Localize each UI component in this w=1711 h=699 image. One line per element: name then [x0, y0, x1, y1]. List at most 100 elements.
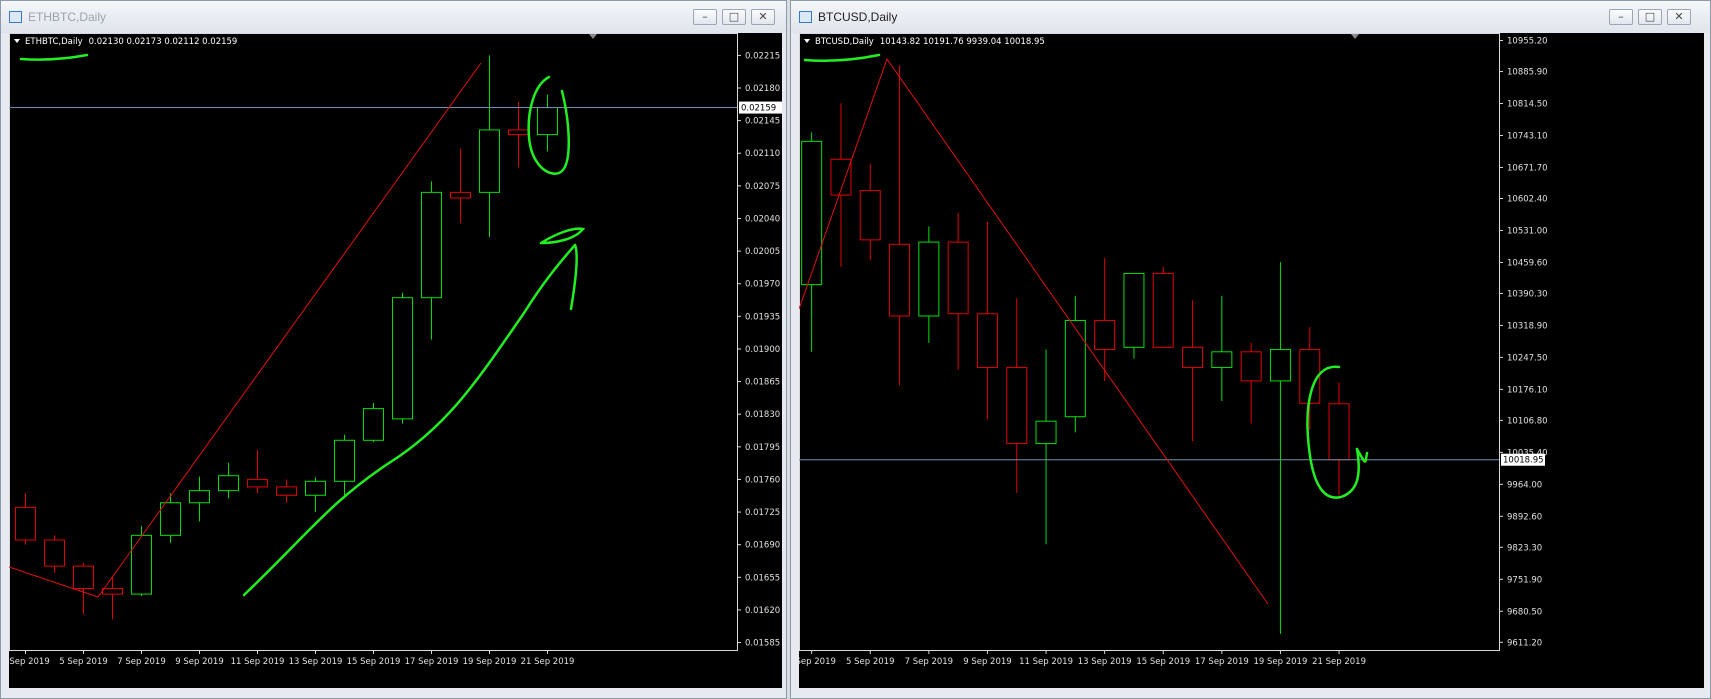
chart-area[interactable]: BTCUSD,Daily 10143.82 10191.76 9939.04 10… [787, 33, 1704, 688]
candle[interactable] [830, 103, 852, 267]
chart-shift-icon[interactable] [589, 34, 597, 39]
candle[interactable] [102, 577, 123, 620]
y-tick-label: 10176.10 [1507, 385, 1548, 395]
candle[interactable] [918, 226, 940, 343]
plot-frame [799, 33, 1500, 651]
candle[interactable] [363, 403, 384, 443]
close-button[interactable]: ✕ [1667, 9, 1691, 25]
candle[interactable] [1006, 298, 1028, 493]
candle-body [276, 486, 297, 496]
close-button[interactable]: ✕ [751, 9, 775, 25]
x-tick-label: 11 Sep 2019 [1019, 657, 1073, 667]
candle-body [421, 191, 442, 299]
candle[interactable] [1269, 262, 1291, 634]
x-tick-label: 17 Sep 2019 [405, 657, 459, 667]
candle-body [801, 140, 823, 286]
candle-body [976, 313, 998, 368]
candle[interactable] [189, 476, 210, 522]
candle-body [218, 475, 239, 492]
candle-body [1152, 272, 1174, 348]
candle[interactable] [1123, 272, 1145, 359]
freehand-annotation[interactable] [569, 243, 578, 311]
candle[interactable] [1035, 349, 1057, 545]
freehand-annotation[interactable] [803, 53, 881, 63]
candle-body [537, 107, 558, 136]
y-tick-label: 0.01655 [745, 573, 780, 583]
y-tick-label: 0.01620 [745, 606, 780, 616]
ethbtc-chart[interactable]: ETHBTC,Daily 0.02130 0.02173 0.02112 0.02… [1, 33, 783, 688]
candle[interactable] [305, 477, 326, 513]
x-tick-label: 9 Sep 2019 [175, 657, 223, 667]
x-tick-label: 15 Sep 2019 [1136, 657, 1190, 667]
candle-body [479, 129, 500, 193]
legend-symbol: ETHBTC,Daily [25, 37, 83, 47]
candle[interactable] [508, 101, 529, 168]
window-titlebar[interactable]: BTCUSD,Daily – □ ✕ [791, 1, 1710, 33]
candle[interactable] [1182, 300, 1204, 442]
chart-area[interactable]: ETHBTC,Daily 0.02130 0.02173 0.02112 0.02… [1, 33, 783, 688]
candle[interactable] [247, 449, 268, 494]
chart-window-icon [799, 11, 812, 23]
candle[interactable] [73, 563, 94, 615]
candle[interactable] [160, 493, 181, 543]
candle[interactable] [947, 212, 969, 370]
minimize-button[interactable]: – [693, 9, 717, 25]
candle-body [1182, 346, 1204, 368]
close-icon: ✕ [1674, 10, 1684, 23]
candle[interactable] [44, 535, 65, 573]
candle[interactable] [889, 65, 911, 386]
legend-dropdown-icon[interactable] [14, 39, 20, 43]
candle[interactable] [421, 181, 442, 340]
candle[interactable] [479, 55, 500, 238]
candle[interactable] [1328, 382, 1350, 496]
chart-window-ethbtc[interactable]: ETHBTC,Daily – □ ✕ ETHBTC,Daily 0.02130 0… [0, 0, 787, 699]
chart-window-btcusd[interactable]: BTCUSD,Daily – □ ✕ BTCUSD,Daily 10143.82 … [787, 0, 1711, 699]
candle[interactable] [218, 462, 239, 499]
candle-body [859, 190, 881, 241]
candle[interactable] [1152, 266, 1174, 348]
btcusd-chart[interactable]: BTCUSD,Daily 10143.82 10191.76 9939.04 10… [787, 33, 1704, 688]
candle-body [1035, 420, 1057, 445]
candle[interactable] [1064, 295, 1086, 433]
candle-body [102, 587, 123, 595]
maximize-button[interactable]: □ [1638, 9, 1662, 25]
y-tick-label: 0.02005 [745, 247, 780, 257]
chart-window-icon [9, 11, 22, 23]
freehand-annotation[interactable] [539, 227, 586, 245]
y-tick-label: 0.01970 [745, 280, 780, 290]
trendline-drawing[interactable] [798, 57, 1269, 605]
candle[interactable] [1094, 257, 1116, 381]
y-tick-label: 0.02075 [745, 182, 780, 192]
candle-body [450, 191, 471, 199]
y-tick-label: 9751.90 [1507, 575, 1542, 585]
legend-ohlc: 0.02130 0.02173 0.02112 0.02159 [89, 37, 238, 47]
y-tick-label: 10106.80 [1507, 416, 1548, 426]
candle-body [1269, 349, 1291, 382]
freehand-annotation[interactable] [19, 53, 89, 61]
candle[interactable] [276, 479, 297, 503]
y-tick-label: 10318.90 [1507, 321, 1548, 331]
candle[interactable] [15, 493, 36, 545]
candle[interactable] [976, 221, 998, 419]
minimize-button[interactable]: – [1609, 9, 1633, 25]
legend-dropdown-icon[interactable] [804, 39, 810, 43]
candle-body [1240, 351, 1262, 382]
y-tick-label: 0.02110 [745, 149, 780, 159]
candle-body [334, 439, 355, 482]
candle[interactable] [392, 293, 413, 424]
maximize-button[interactable]: □ [722, 9, 746, 25]
candle[interactable] [1211, 295, 1233, 402]
window-titlebar[interactable]: ETHBTC,Daily – □ ✕ [1, 1, 786, 33]
candle[interactable] [1240, 342, 1262, 424]
candle[interactable] [537, 94, 558, 152]
chart-shift-icon[interactable] [1351, 34, 1359, 39]
y-tick-label: 10814.50 [1507, 100, 1548, 110]
candle[interactable] [859, 163, 881, 261]
candle[interactable] [450, 148, 471, 224]
candle[interactable] [801, 132, 823, 352]
candle[interactable] [334, 434, 355, 499]
candle-body [363, 408, 384, 441]
y-tick-label: 10743.10 [1507, 131, 1548, 141]
candle-body [918, 241, 940, 317]
y-tick-label: 0.02215 [745, 51, 780, 61]
